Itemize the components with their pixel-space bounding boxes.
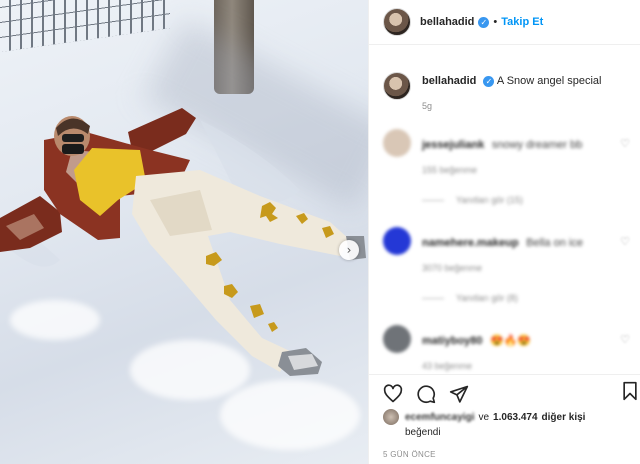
likes-count[interactable]: 1.063.474 xyxy=(493,412,538,423)
verified-badge-icon: ✓ xyxy=(483,76,495,87)
view-replies-label[interactable]: Yanıtları gör (15) xyxy=(456,195,523,205)
caption-body: A Snow angel special xyxy=(496,75,602,87)
caption-avatar[interactable] xyxy=(383,72,411,100)
comment-likes[interactable]: 155 beğenme xyxy=(422,165,582,175)
liker-username[interactable]: ecemfuncayigi xyxy=(405,412,474,423)
comment-item: matiyboy80 😍🔥😍 43 beğenme ♡ xyxy=(369,325,640,371)
liked-label: beğendi xyxy=(405,427,441,438)
post-timestamp[interactable]: 5 GÜN ÖNCE xyxy=(369,450,640,459)
comments-area[interactable]: bellahadid ✓ A Snow angel special 5g jes… xyxy=(369,46,640,374)
follow-button[interactable]: Takip Et xyxy=(501,16,543,28)
comment-text: snowy dreamer bb xyxy=(491,139,583,151)
view-replies-button[interactable]: Yanıtları gör (8) xyxy=(422,293,583,303)
person-snow-angel xyxy=(0,108,366,376)
commenter-avatar[interactable] xyxy=(383,325,411,353)
share-icon[interactable] xyxy=(449,384,469,404)
replies-divider xyxy=(422,297,444,299)
comment-text: 😍🔥😍 xyxy=(489,335,532,347)
comment-like-heart-icon[interactable]: ♡ xyxy=(620,137,630,150)
likes-others[interactable]: diğer kişi xyxy=(542,412,586,423)
next-image-button[interactable]: › xyxy=(339,240,359,260)
post-photo[interactable]: › xyxy=(0,0,368,464)
view-replies-button[interactable]: Yanıtları gör (15) xyxy=(422,195,582,205)
post-sidebar: bellahadid ✓ • Takip Et bellahadid ✓ A S… xyxy=(368,0,640,464)
commenter-avatar[interactable] xyxy=(383,227,411,255)
likes-and: ve xyxy=(478,411,490,423)
comment-item: jessejuliank snowy dreamer bb 155 beğenm… xyxy=(369,129,640,205)
comment-like-heart-icon[interactable]: ♡ xyxy=(620,333,630,346)
comment-icon[interactable] xyxy=(416,384,436,404)
comment-like-heart-icon[interactable]: ♡ xyxy=(620,235,630,248)
caption-age: 5g xyxy=(422,101,433,111)
author-username[interactable]: bellahadid xyxy=(420,16,474,28)
commenter-username[interactable]: namehere.makeup xyxy=(422,237,519,249)
view-replies-label[interactable]: Yanıtları gör (8) xyxy=(456,293,518,303)
heart-icon[interactable] xyxy=(383,384,403,404)
likes-summary: ecemfuncayigi ve 1.063.474 diğer kişi xyxy=(369,409,640,425)
post-header: bellahadid ✓ • Takip Et xyxy=(369,0,640,45)
comment-text: Bella on ice xyxy=(526,237,583,249)
caption-text: bellahadid ✓ A Snow angel special xyxy=(422,72,602,89)
post-actions: ecemfuncayigi ve 1.063.474 diğer kişi be… xyxy=(369,374,640,464)
commenter-username[interactable]: matiyboy80 xyxy=(422,335,483,347)
comment-likes[interactable]: 3070 beğenme xyxy=(422,263,583,273)
liker-avatar[interactable] xyxy=(383,409,399,425)
comment-item: namehere.makeup Bella on ice 3070 beğenm… xyxy=(369,227,640,303)
commenter-username[interactable]: jessejuliank xyxy=(422,139,484,151)
caption-username[interactable]: bellahadid xyxy=(422,75,476,87)
comment-likes[interactable]: 43 beğenme xyxy=(422,361,531,371)
commenter-avatar[interactable] xyxy=(383,129,411,157)
replies-divider xyxy=(422,199,444,201)
bookmark-icon[interactable] xyxy=(620,381,640,401)
separator-dot: • xyxy=(493,16,498,28)
verified-badge-icon: ✓ xyxy=(478,16,490,28)
author-avatar[interactable] xyxy=(383,8,411,36)
caption: bellahadid ✓ A Snow angel special 5g xyxy=(369,46,640,111)
